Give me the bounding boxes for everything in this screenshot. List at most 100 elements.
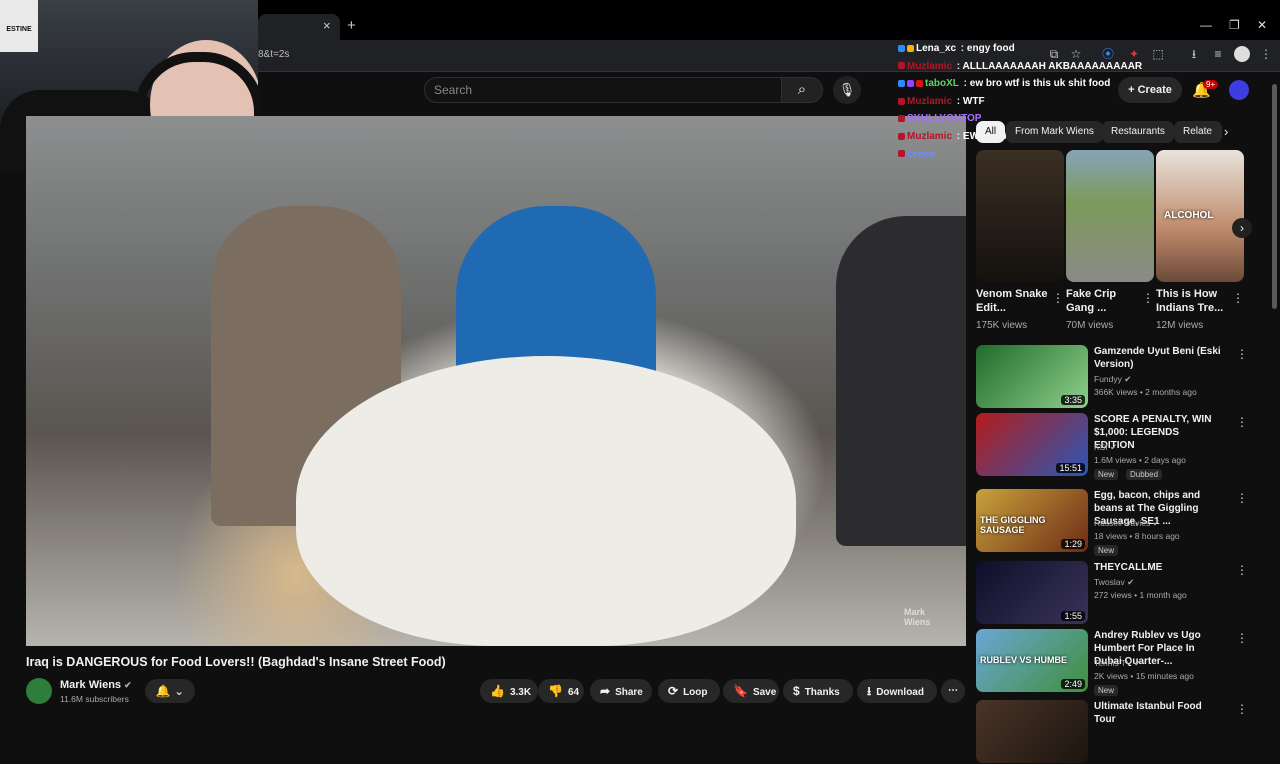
save-button[interactable]: 🔖 Save: [723, 679, 779, 703]
download-icon: ⭳: [867, 684, 872, 698]
recommendation-title[interactable]: THEYCALLME: [1094, 561, 1222, 574]
dislike-button[interactable]: 👎 64: [538, 679, 584, 703]
verified-icon: ✔: [1110, 442, 1118, 452]
page-scrollbar[interactable]: [1272, 84, 1277, 309]
close-window-icon[interactable]: ✕: [1257, 18, 1267, 32]
download-button[interactable]: ⭳ Download: [857, 679, 937, 703]
recommendation-thumbnail[interactable]: 15:51: [976, 413, 1088, 476]
loop-button[interactable]: ⟳ Loop: [658, 679, 720, 703]
chip-restaurants[interactable]: Restaurants: [1102, 121, 1174, 143]
url-text[interactable]: 8&t=2s: [258, 49, 289, 60]
recommendation-thumbnail[interactable]: 1:55: [976, 561, 1088, 624]
more-options-icon[interactable]: ⋮: [1236, 702, 1248, 716]
search-box[interactable]: [424, 77, 782, 103]
more-options-icon[interactable]: ⋮: [1142, 291, 1154, 305]
recommendation-thumbnail[interactable]: THE GIGGLING SAUSAGE 1:29: [976, 489, 1088, 552]
recommendation-thumbnail[interactable]: 3:35: [976, 345, 1088, 408]
short-thumb-text: ALCOHOL: [1164, 210, 1214, 221]
voice-search-button[interactable]: 🎙: [833, 76, 861, 104]
share-button[interactable]: ➦ Share: [590, 679, 652, 703]
video-duration: 1:29: [1061, 539, 1085, 549]
channel-text[interactable]: Tennis TV: [1094, 658, 1132, 668]
more-options-icon[interactable]: ⋮: [1236, 563, 1248, 577]
recommendation-item[interactable]: RUBLEV VS HUMBE 2:49 Andrey Rublev vs Ugo …: [976, 629, 1248, 696]
chat-text: ew bro wtf is this uk shit food: [969, 78, 1111, 90]
recommendation-channel[interactable]: Fundyy ✔: [1094, 374, 1131, 385]
more-options-icon[interactable]: ⋮: [1236, 491, 1248, 505]
recommendation-title[interactable]: Ultimate Istanbul Food Tour: [1094, 700, 1222, 726]
channel-name[interactable]: Mark Wiens ✔: [60, 679, 132, 691]
recommendation-title[interactable]: Gamzende Uyut Beni (Eski Version): [1094, 345, 1222, 371]
channel-avatar[interactable]: [26, 678, 52, 704]
account-avatar[interactable]: [1229, 80, 1249, 100]
more-actions-button[interactable]: ⋯: [941, 679, 965, 703]
chat-username: Lena_xc: [916, 43, 957, 54]
chat-badge-icon: [898, 132, 905, 140]
recommendation-item[interactable]: 3:35 Gamzende Uyut Beni (Eski Version) Fun…: [976, 345, 1248, 409]
channel-text[interactable]: Twoslav: [1094, 577, 1125, 587]
recommendation-thumbnail[interactable]: [976, 700, 1088, 763]
more-options-icon[interactable]: ⋮: [1232, 291, 1244, 305]
channel-text[interactable]: Russell Davies: [1094, 518, 1150, 528]
recommendation-item[interactable]: 15:51 SCORE A PENALTY, WIN $1,000: LEGEND…: [976, 413, 1248, 480]
downloads-icon[interactable]: ⭳: [1186, 46, 1202, 62]
short-title[interactable]: Fake Crip Gang ...: [1066, 287, 1140, 315]
more-options-icon[interactable]: ⋮: [1236, 631, 1248, 645]
short-thumbnail[interactable]: [1066, 150, 1154, 282]
subscription-bell-button[interactable]: 🔔 ⌄: [145, 679, 195, 703]
chip-related[interactable]: Relate: [1174, 121, 1222, 143]
restore-icon[interactable]: ❐: [1229, 18, 1240, 32]
thanks-button[interactable]: $ Thanks: [783, 679, 853, 703]
chip-all[interactable]: All: [976, 121, 1006, 143]
chips-next-icon[interactable]: ›: [1224, 124, 1228, 139]
short-thumbnail[interactable]: [976, 150, 1064, 282]
thanks-label: Thanks: [804, 687, 840, 698]
short-title[interactable]: This is How Indians Tre...: [1156, 287, 1230, 315]
more-options-icon[interactable]: ⋮: [1236, 347, 1248, 361]
thanks-icon: $: [793, 684, 800, 698]
chat-badge-icon: [898, 97, 905, 105]
chat-text: WTF: [962, 95, 985, 107]
menu-dots-icon[interactable]: ⋮: [1258, 46, 1274, 62]
channel-text[interactable]: Fundyy: [1094, 374, 1122, 384]
search-button[interactable]: ⌕: [781, 77, 823, 103]
verified-icon: ✔: [1124, 374, 1132, 384]
recommendation-item[interactable]: 1:55 THEYCALLME Twoslav ✔ 272 views • 1 mon…: [976, 561, 1248, 625]
recommendation-item[interactable]: THE GIGGLING SAUSAGE 1:29 Egg, bacon, chip…: [976, 489, 1248, 556]
recommendation-item[interactable]: Ultimate Istanbul Food Tour ⋮: [976, 700, 1248, 764]
recommendation-channel[interactable]: Twoslav ✔: [1094, 577, 1134, 588]
video-player[interactable]: [26, 116, 966, 646]
channel-name-text[interactable]: Mark Wiens: [60, 679, 121, 691]
shorts-next-icon[interactable]: ›: [1232, 218, 1252, 238]
channel-text[interactable]: KSI: [1094, 442, 1108, 452]
more-options-icon[interactable]: ⋮: [1236, 415, 1248, 429]
verified-icon: ✔: [1134, 658, 1142, 668]
recommendation-channel[interactable]: KSI ✔: [1094, 442, 1117, 453]
profile-icon[interactable]: [1234, 46, 1250, 62]
verified-icon: ✔: [1152, 518, 1160, 528]
minimize-icon[interactable]: —: [1200, 18, 1212, 32]
microphone-icon: 🎙: [838, 82, 856, 97]
short-thumbnail[interactable]: ALCOHOL: [1156, 150, 1244, 282]
recommendation-channel[interactable]: Russell Davies ✔: [1094, 518, 1160, 529]
thumbnail-text: RUBLEV VS HUMBE: [980, 655, 1068, 665]
recommendation-thumbnail[interactable]: RUBLEV VS HUMBE 2:49: [976, 629, 1088, 692]
new-tab-button[interactable]: +: [347, 17, 356, 34]
search-input[interactable]: Search: [434, 83, 472, 97]
chat-username: taboXL: [925, 78, 959, 90]
short-views: 70M views: [1066, 320, 1114, 331]
more-options-icon[interactable]: ⋮: [1052, 291, 1064, 305]
short-title[interactable]: Venom Snake Edit...: [976, 287, 1050, 315]
recommendation-channel[interactable]: Tennis TV ✔: [1094, 658, 1141, 669]
recommendation-badge: New: [1094, 469, 1119, 480]
chat-badge-icon: [907, 44, 914, 52]
close-tab-icon[interactable]: ×: [323, 18, 331, 33]
video-watermark: Mark Wiens: [904, 607, 930, 627]
chip-from-mark-wiens[interactable]: From Mark Wiens: [1006, 121, 1103, 143]
chat-message: Lena_xc : engy food: [898, 43, 1158, 61]
like-button[interactable]: 👍 3.3K: [480, 679, 538, 703]
recommendation-meta: 2K views • 15 minutes ago: [1094, 671, 1194, 681]
save-icon: 🔖: [733, 684, 748, 698]
media-icon[interactable]: ≡: [1210, 46, 1226, 62]
video-duration: 1:55: [1061, 611, 1085, 621]
